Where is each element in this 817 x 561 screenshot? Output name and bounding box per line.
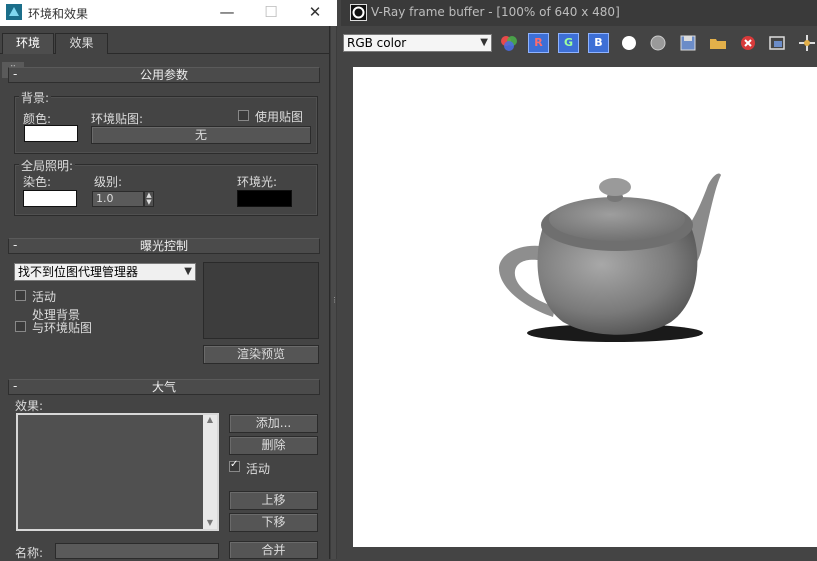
exposure-active-label: 活动	[32, 290, 57, 304]
rollout-exposure[interactable]: - 曝光控制	[8, 238, 320, 254]
vray-frame-buffer-window: V-Ray frame buffer - [100% of 640 x 480]…	[341, 0, 817, 559]
env-map-label: 环境贴图:	[91, 112, 144, 126]
red-channel-button[interactable]: R	[528, 33, 549, 53]
channel-dropdown[interactable]: RGB color ▼	[343, 34, 492, 52]
tab-bar: 环境 效果	[0, 26, 337, 54]
crosshair-icon[interactable]	[796, 32, 817, 54]
ambient-label: 环境光:	[237, 175, 278, 189]
effects-list-scrollbar[interactable]: ▲ ▼	[203, 415, 217, 529]
exposure-dropdown-value: 找不到位图代理管理器	[18, 265, 139, 279]
background-color-swatch[interactable]	[24, 125, 78, 142]
maximize-button[interactable]: ☐	[249, 0, 293, 26]
max-app-icon	[6, 4, 22, 20]
level-spinner[interactable]: 1.0	[92, 191, 144, 207]
level-label: 级别:	[94, 175, 123, 189]
teapot-render	[498, 173, 721, 342]
render-canvas[interactable]	[353, 67, 817, 547]
name-label: 名称:	[15, 546, 44, 560]
rollout-common-params[interactable]: - 公用参数	[8, 67, 320, 83]
exposure-active-checkbox[interactable]	[15, 290, 26, 301]
process-bg-checkbox[interactable]	[15, 321, 26, 332]
global-lighting-label: 全局照明:	[19, 157, 76, 174]
effects-list[interactable]: ▲ ▼	[16, 413, 219, 531]
tab-effects[interactable]: 效果	[55, 33, 108, 54]
merge-button[interactable]: 合并	[229, 541, 318, 559]
rollout-title: 大气	[151, 380, 176, 394]
effects-label: 效果:	[15, 399, 44, 413]
exposure-preview-box	[203, 262, 319, 339]
left-window-title: 环境和效果	[28, 7, 89, 21]
right-title-bar: V-Ray frame buffer - [100% of 640 x 480]	[341, 0, 817, 26]
atmosphere-active-checkbox[interactable]	[229, 459, 240, 472]
save-icon[interactable]	[677, 32, 699, 54]
close-button[interactable]: ✕	[293, 0, 337, 26]
add-button[interactable]: 添加...	[229, 414, 318, 433]
tint-color-swatch[interactable]	[23, 190, 77, 207]
gray-circle-icon[interactable]	[647, 32, 669, 54]
red-channel-label: R	[534, 36, 543, 49]
chevron-down-icon: ▼	[184, 266, 192, 277]
left-title-bar: 环境和效果 — ☐ ✕	[0, 0, 337, 26]
process-bg-label-2: 与环境贴图	[32, 321, 93, 335]
render-preview-button[interactable]: 渲染预览	[203, 345, 319, 364]
open-folder-icon[interactable]	[707, 32, 729, 54]
blue-channel-label: B	[594, 36, 603, 49]
atmosphere-active-label: 活动	[246, 462, 271, 476]
env-map-button[interactable]: 无	[91, 126, 311, 144]
white-circle-icon[interactable]	[618, 32, 640, 54]
green-channel-button[interactable]: G	[558, 33, 579, 53]
vray-logo-icon	[350, 4, 367, 21]
chevron-down-icon: ▼	[480, 37, 488, 48]
status-strip	[353, 547, 817, 559]
process-bg-label-1: 处理背景	[32, 308, 81, 322]
region-icon[interactable]	[766, 32, 788, 54]
level-spin-arrows[interactable]: ▲ ▼	[144, 191, 154, 207]
panel-scrollbar[interactable]: ⋮	[329, 26, 338, 559]
environment-effects-window: 环境和效果 — ☐ ✕ 环境 效果 ⠿ - 公用参数 背景: 颜色: 环境贴图:…	[0, 0, 338, 560]
rollout-atmosphere[interactable]: - 大气	[8, 379, 320, 395]
move-up-button[interactable]: 上移	[229, 491, 318, 510]
tab-environment[interactable]: 环境	[2, 33, 54, 54]
blue-channel-button[interactable]: B	[588, 33, 609, 53]
rollout-title: 公用参数	[139, 68, 188, 82]
exposure-dropdown[interactable]: 找不到位图代理管理器 ▼	[14, 263, 196, 281]
green-channel-label: G	[563, 36, 574, 49]
color-balls-icon[interactable]	[498, 32, 520, 54]
name-input[interactable]	[55, 543, 219, 559]
ambient-color-swatch[interactable]	[237, 190, 292, 207]
rollout-title: 曝光控制	[139, 239, 188, 253]
move-down-button[interactable]: 下移	[229, 513, 318, 532]
clear-icon[interactable]	[737, 32, 759, 54]
delete-button[interactable]: 删除	[229, 436, 318, 455]
use-map-checkbox[interactable]	[238, 110, 249, 121]
minimize-button[interactable]: —	[205, 0, 249, 26]
right-window-title: V-Ray frame buffer - [100% of 640 x 480]	[371, 5, 620, 19]
channel-dropdown-value: RGB color	[347, 36, 407, 50]
use-map-label: 使用贴图	[255, 110, 304, 124]
background-group-label: 背景:	[19, 89, 52, 106]
tint-label: 染色:	[23, 175, 52, 189]
vfb-toolbar: RGB color ▼ R G B	[341, 26, 817, 60]
